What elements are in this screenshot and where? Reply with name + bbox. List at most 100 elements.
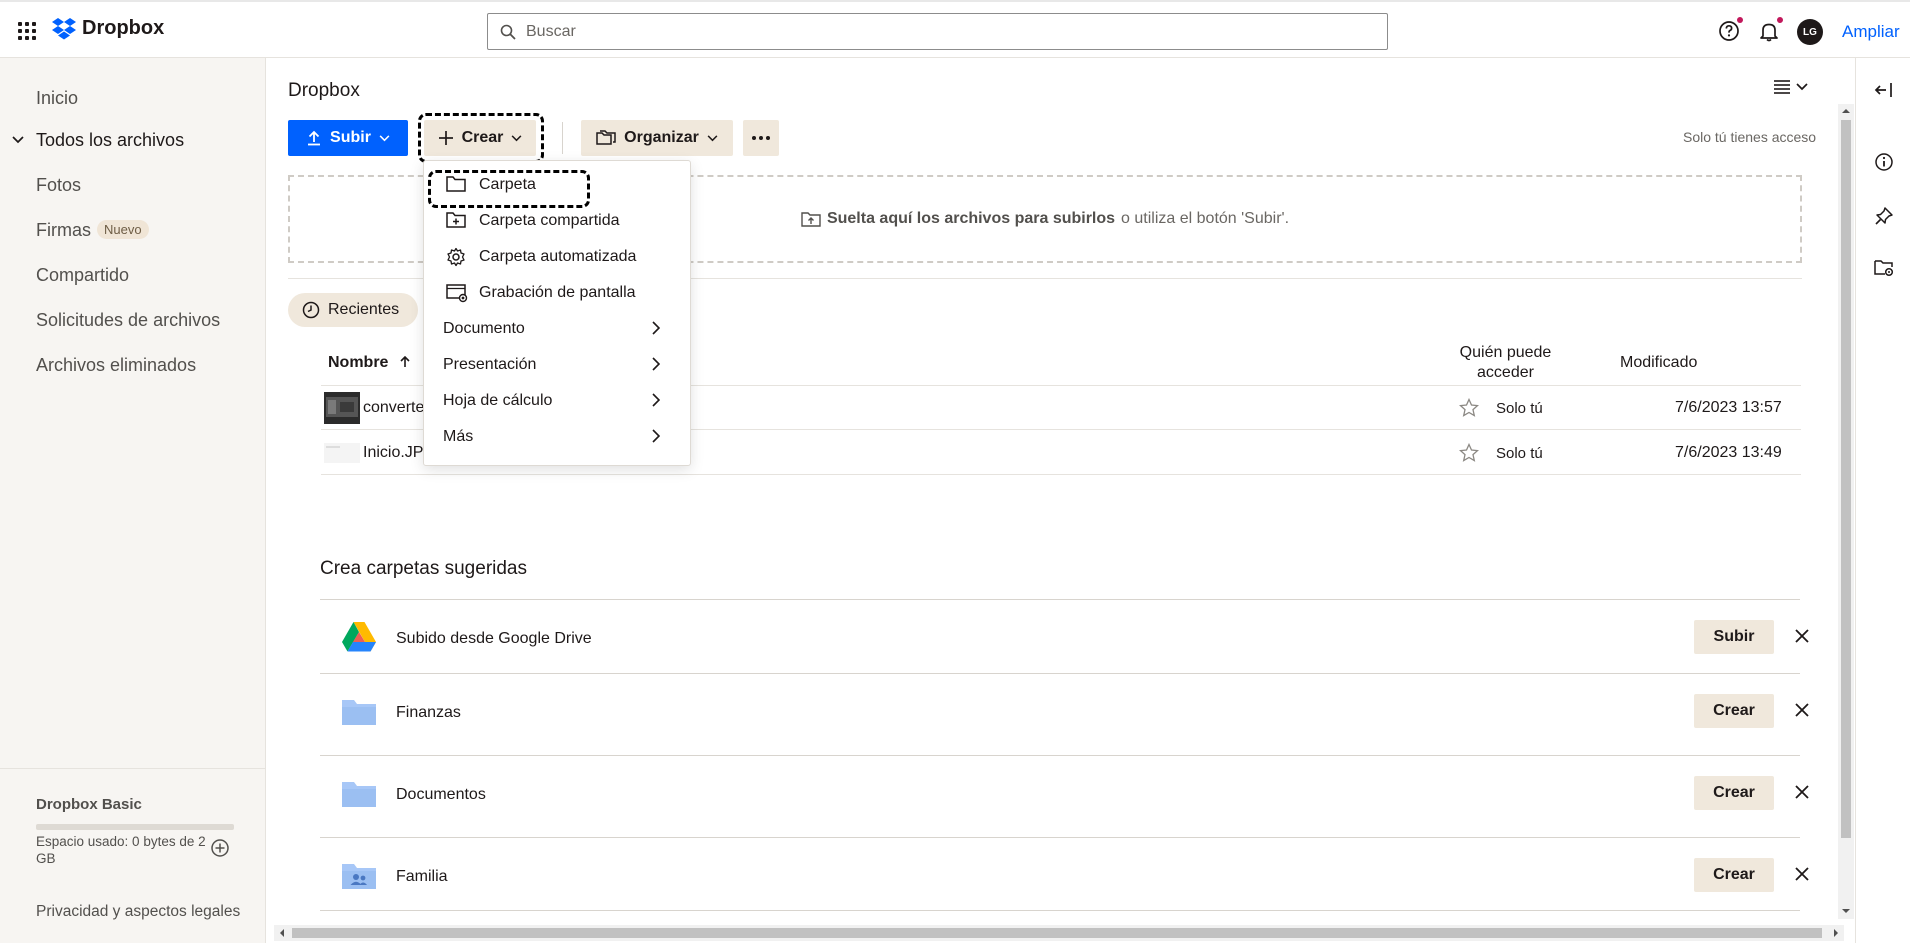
- recent-filter-chip[interactable]: Recientes: [288, 293, 418, 327]
- folder-activity-icon[interactable]: [1874, 258, 1894, 278]
- dropzone-text: o utiliza el botón 'Subir'.: [1121, 210, 1290, 227]
- access-value: Solo tú: [1496, 445, 1543, 462]
- list-view-icon: [1774, 80, 1790, 94]
- close-icon[interactable]: [1794, 702, 1810, 718]
- right-rail: [1855, 58, 1910, 943]
- menu-item-label: Presentación: [443, 356, 537, 373]
- folder-icon: [342, 700, 376, 725]
- file-name[interactable]: Inicio.JP: [363, 444, 423, 462]
- menu-item-document[interactable]: Documento: [424, 311, 690, 347]
- menu-item-shared-folder[interactable]: Carpeta compartida: [424, 203, 690, 239]
- dropzone-bold-text: Suelta aquí los archivos para subirlos: [826, 210, 1116, 227]
- view-toggle[interactable]: [1774, 80, 1808, 94]
- search-input[interactable]: [526, 22, 1326, 41]
- breadcrumb[interactable]: Dropbox: [288, 80, 360, 102]
- scroll-left-arrow-icon[interactable]: [277, 925, 287, 941]
- star-icon[interactable]: [1459, 398, 1479, 418]
- chevron-right-icon: [652, 357, 660, 371]
- search-box[interactable]: [487, 13, 1388, 50]
- clock-icon: [302, 301, 320, 319]
- star-icon[interactable]: [1459, 443, 1479, 463]
- scroll-down-arrow-icon[interactable]: [1838, 906, 1854, 916]
- horizontal-scroll-thumb[interactable]: [292, 928, 1822, 938]
- top-bar: Dropbox LG Ampliar: [0, 0, 1910, 58]
- column-header-modified[interactable]: Modificado: [1620, 354, 1697, 372]
- create-highlight-outline: [418, 113, 544, 163]
- info-icon[interactable]: [1874, 152, 1894, 172]
- column-name-label: Nombre: [328, 354, 389, 371]
- column-header-name[interactable]: Nombre: [328, 354, 411, 372]
- menu-item-screen-recording[interactable]: Grabación de pantalla: [424, 275, 690, 311]
- app-grid-icon[interactable]: [18, 22, 36, 40]
- sidebar-item-shared[interactable]: Compartido: [36, 265, 129, 286]
- gear-icon: [447, 247, 465, 267]
- toolbar-divider: [562, 122, 563, 154]
- menu-item-label: Grabación de pantalla: [479, 284, 636, 301]
- collapse-panel-icon[interactable]: [1874, 80, 1894, 100]
- search-icon: [500, 24, 516, 40]
- chevron-right-icon: [652, 393, 660, 407]
- menu-item-presentation[interactable]: Presentación: [424, 347, 690, 383]
- suggestion-create-button[interactable]: Crear: [1694, 858, 1774, 892]
- upload-button[interactable]: Subir: [288, 120, 408, 156]
- menu-item-spreadsheet[interactable]: Hoja de cálculo: [424, 383, 690, 419]
- chevron-right-icon: [652, 321, 660, 335]
- menu-item-more[interactable]: Más: [424, 419, 690, 455]
- modified-value: 7/6/2023 13:49: [1675, 444, 1782, 461]
- menu-item-automated-folder[interactable]: Carpeta automatizada: [424, 239, 690, 275]
- access-value: Solo tú: [1496, 400, 1543, 417]
- organize-folder-icon: [596, 130, 616, 145]
- organize-button[interactable]: Organizar: [581, 120, 733, 156]
- folder-icon: [342, 782, 376, 807]
- modified-value: 7/6/2023 13:57: [1675, 399, 1782, 416]
- dropbox-logo-icon: [52, 17, 76, 39]
- column-header-who[interactable]: Quién puede acceder: [1438, 343, 1573, 383]
- upload-folder-icon: [801, 212, 821, 227]
- upgrade-link[interactable]: Ampliar: [1842, 22, 1900, 42]
- sidebar-item-photos[interactable]: Fotos: [36, 175, 81, 196]
- suggested-folder-row: Subido desde Google Drive Subir: [320, 599, 1809, 681]
- close-icon[interactable]: [1794, 628, 1810, 644]
- close-icon[interactable]: [1794, 866, 1810, 882]
- sidebar-item-home[interactable]: Inicio: [36, 88, 78, 109]
- horizontal-scrollbar[interactable]: [274, 925, 1844, 941]
- vertical-scroll-thumb[interactable]: [1841, 120, 1851, 838]
- menu-item-label: Carpeta compartida: [479, 212, 620, 229]
- suggested-folder-row: Familia Crear: [320, 837, 1809, 911]
- sort-ascending-icon: [400, 355, 410, 367]
- sidebar-item-all-files[interactable]: Todos los archivos: [36, 130, 184, 151]
- notifications-button[interactable]: [1758, 17, 1783, 42]
- brand-name: Dropbox: [82, 17, 165, 39]
- pin-icon[interactable]: [1874, 206, 1894, 226]
- suggested-folder-label: Familia: [396, 868, 448, 885]
- scroll-right-arrow-icon[interactable]: [1831, 925, 1841, 941]
- scroll-up-arrow-icon[interactable]: [1838, 106, 1854, 116]
- sidebar-item-deleted-files[interactable]: Archivos eliminados: [36, 355, 196, 376]
- chevron-down-icon[interactable]: [12, 136, 24, 144]
- sidebar-item-file-requests[interactable]: Solicitudes de archivos: [36, 310, 220, 331]
- avatar[interactable]: LG: [1797, 19, 1823, 45]
- google-drive-icon: [342, 622, 376, 652]
- menu-item-label: Hoja de cálculo: [443, 392, 553, 409]
- vertical-scrollbar[interactable]: [1838, 104, 1854, 919]
- suggestion-create-button[interactable]: Crear: [1694, 776, 1774, 810]
- suggestion-create-button[interactable]: Crear: [1694, 694, 1774, 728]
- help-icon: [1719, 21, 1739, 41]
- storage-bar: [36, 824, 234, 830]
- bell-icon: [1760, 23, 1778, 42]
- legal-link[interactable]: Privacidad y aspectos legales: [36, 903, 240, 921]
- menu-item-label: Más: [443, 428, 474, 445]
- upload-icon: [308, 130, 321, 146]
- close-icon[interactable]: [1794, 784, 1810, 800]
- help-button[interactable]: [1718, 17, 1743, 42]
- suggested-folder-label: Finanzas: [396, 704, 461, 721]
- sidebar-item-signatures[interactable]: Firmas Nuevo: [36, 220, 149, 241]
- add-storage-icon[interactable]: [210, 838, 230, 858]
- shared-folder-icon: [342, 864, 376, 889]
- suggestion-upload-button[interactable]: Subir: [1694, 620, 1774, 654]
- dropbox-logo[interactable]: Dropbox: [52, 17, 164, 40]
- more-actions-button[interactable]: [743, 120, 779, 156]
- suggested-folders-title: Crea carpetas sugeridas: [320, 558, 527, 579]
- file-name[interactable]: converte: [363, 399, 424, 417]
- upload-label: Subir: [330, 129, 371, 146]
